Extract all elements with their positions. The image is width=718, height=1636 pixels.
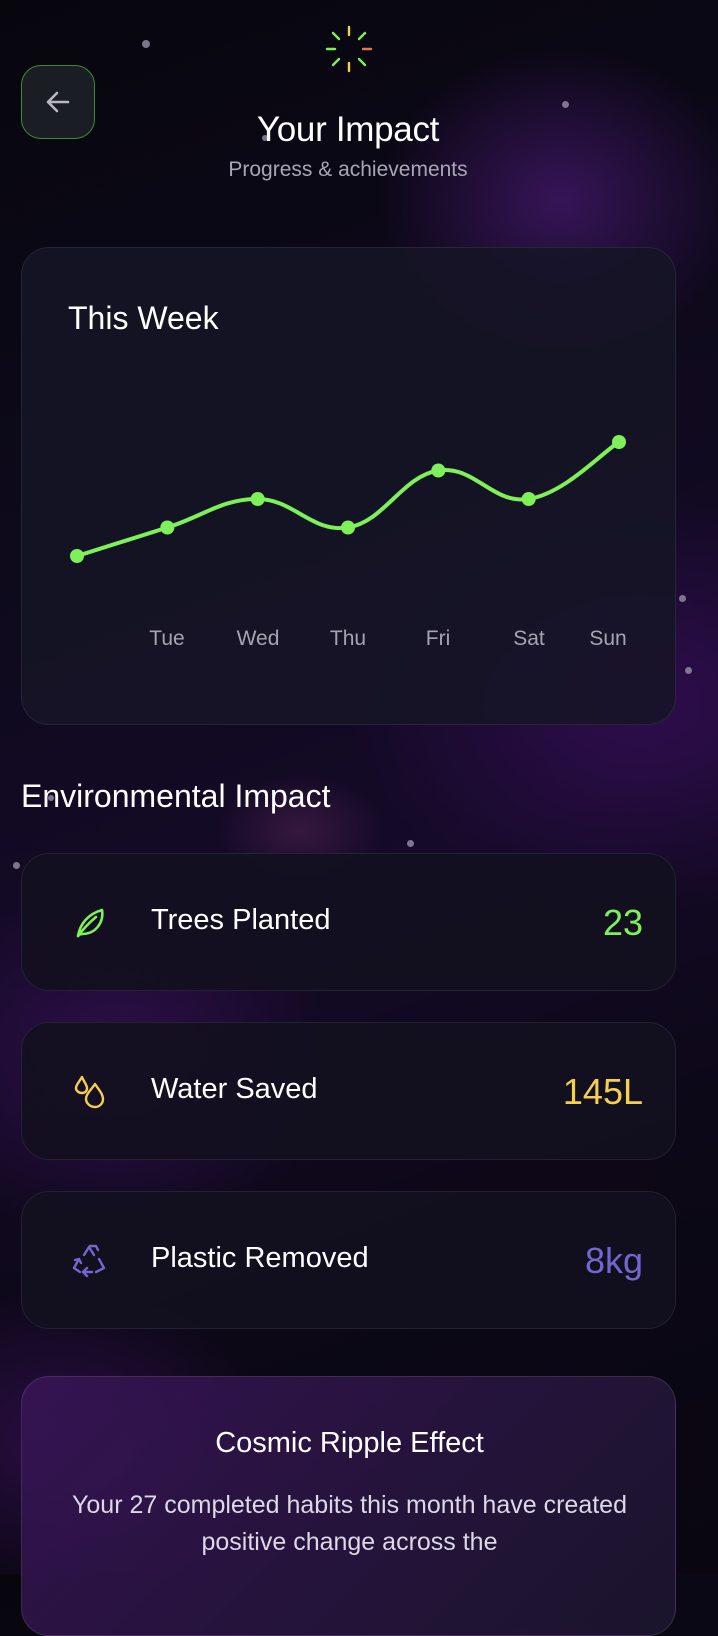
x-tick-label: Sun: [589, 627, 626, 650]
water-drops-icon: [74, 1075, 105, 1109]
stat-label: Water Saved: [151, 1073, 318, 1105]
x-tick-label: Sat: [513, 627, 545, 650]
stat-card-trees: Trees Planted 23: [21, 853, 676, 991]
page-subtitle: Progress & achievements: [228, 158, 468, 181]
sparkle-icon: [325, 25, 373, 73]
data-point-tue: [160, 520, 175, 535]
stat-card-plastic: Plastic Removed 8kg: [21, 1191, 676, 1329]
stat-card-water: Water Saved 145L: [21, 1022, 676, 1160]
ripple-description: Your 27 completed habits this month have…: [72, 1491, 627, 1556]
data-point-thu: [341, 520, 355, 535]
stat-value: 8kg: [584, 1240, 643, 1281]
leaf-icon: [76, 908, 104, 938]
recycle-icon: [72, 1244, 106, 1278]
data-point-sat: [521, 492, 536, 506]
data-point-mon: [70, 549, 84, 563]
stat-value: 23: [602, 902, 643, 943]
decorative-star: [679, 595, 686, 602]
data-point-fri: [431, 463, 446, 478]
decorative-star: [142, 40, 150, 48]
weekly-line-chart: Tue Wed Thu Fri Sat Sun: [70, 435, 627, 650]
ripple-title: Cosmic Ripple Effect: [215, 1427, 484, 1459]
stat-label: Trees Planted: [151, 904, 331, 936]
data-point-sun: [612, 435, 626, 449]
stat-value: 145L: [562, 1071, 643, 1112]
x-tick-label: Wed: [237, 627, 280, 650]
page-title: Your Impact: [256, 110, 440, 149]
decorative-star: [407, 840, 414, 847]
data-point-wed: [250, 492, 265, 506]
stat-label: Plastic Removed: [151, 1242, 369, 1274]
cosmic-ripple-card: Cosmic Ripple Effect Your 27 completed h…: [21, 1376, 676, 1636]
decorative-star: [13, 862, 20, 869]
x-tick-label: Fri: [426, 627, 451, 650]
x-tick-label: Thu: [330, 627, 366, 650]
decorative-star: [685, 667, 692, 674]
section-title-environmental-impact: Environmental Impact: [21, 778, 331, 814]
x-tick-label: Tue: [149, 627, 184, 650]
decorative-star: [562, 101, 569, 108]
series-line: [75, 440, 621, 558]
weekly-chart-card: This Week Tue Wed Thu Fri Sat Sun: [21, 247, 676, 725]
